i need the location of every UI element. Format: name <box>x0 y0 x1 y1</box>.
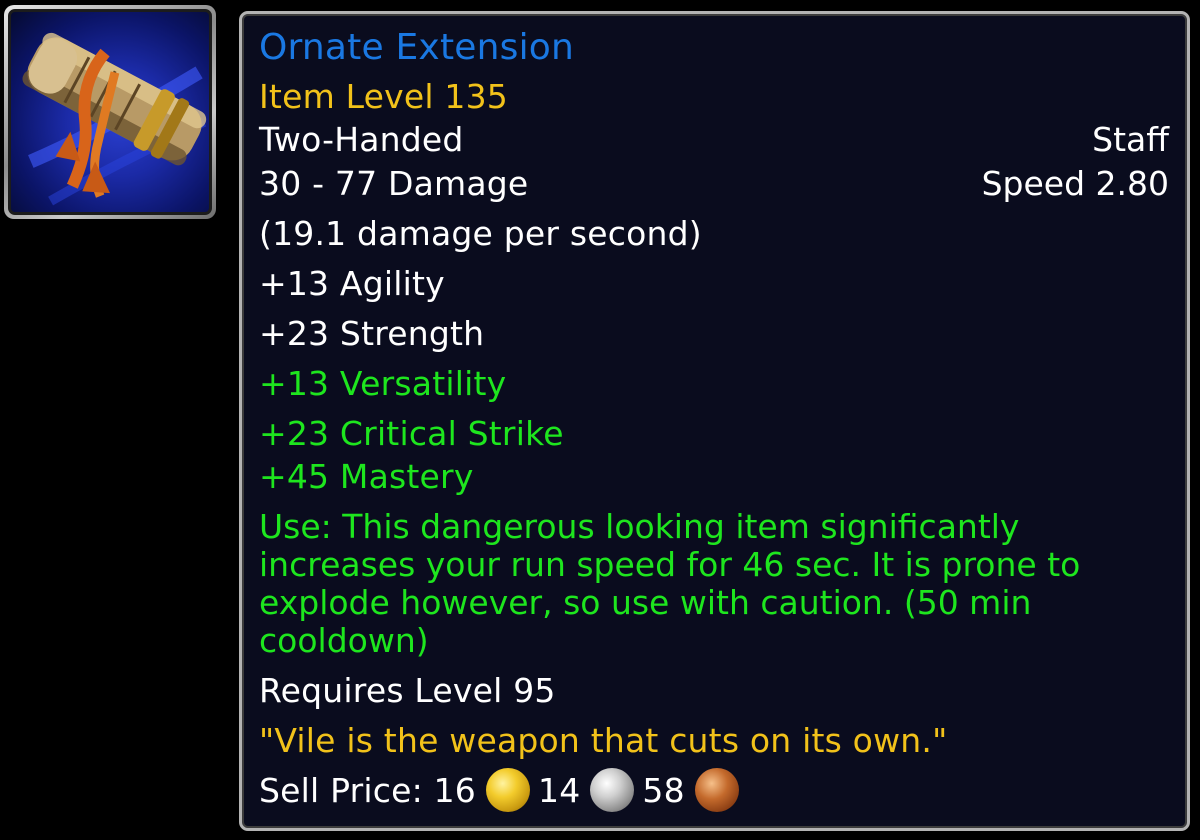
stat-agility: +13 Agility <box>259 264 445 303</box>
damage-per-second: (19.1 damage per second) <box>259 214 702 253</box>
stat-versatility: +13 Versatility <box>259 364 507 403</box>
copper-coin-icon <box>694 767 739 812</box>
stat-strength: +23 Strength <box>259 314 485 353</box>
silver-amount: 14 <box>538 771 581 810</box>
weapon-speed: Speed 2.80 <box>981 164 1169 203</box>
sell-price-label: Sell Price: <box>259 771 423 810</box>
gold-amount: 16 <box>433 771 477 810</box>
damage-range: 30 - 77 Damage <box>259 164 529 203</box>
requires-level: Requires Level 95 <box>259 671 556 710</box>
copper-amount: 58 <box>642 771 685 810</box>
stat-critical-strike: +23 Critical Strike <box>259 414 564 453</box>
flavor-text: "Vile is the weapon that cuts on its own… <box>259 721 948 760</box>
rocket-staff-icon <box>8 9 212 215</box>
stat-mastery: +45 Mastery <box>259 457 474 496</box>
item-icon-frame[interactable] <box>4 5 216 219</box>
hand-type: Two-Handed <box>259 120 464 159</box>
weapon-type: Staff <box>1092 120 1169 159</box>
item-tooltip: Ornate Extension Item Level 135 Two-Hand… <box>239 11 1190 831</box>
gold-coin-icon <box>486 767 531 812</box>
item-level: Item Level 135 <box>259 77 508 116</box>
silver-coin-icon <box>590 767 635 812</box>
item-name: Ornate Extension <box>259 27 575 68</box>
use-effect: Use: This dangerous looking item signifi… <box>259 507 1081 660</box>
sell-price: Sell Price: 16 14 58 <box>259 767 747 812</box>
